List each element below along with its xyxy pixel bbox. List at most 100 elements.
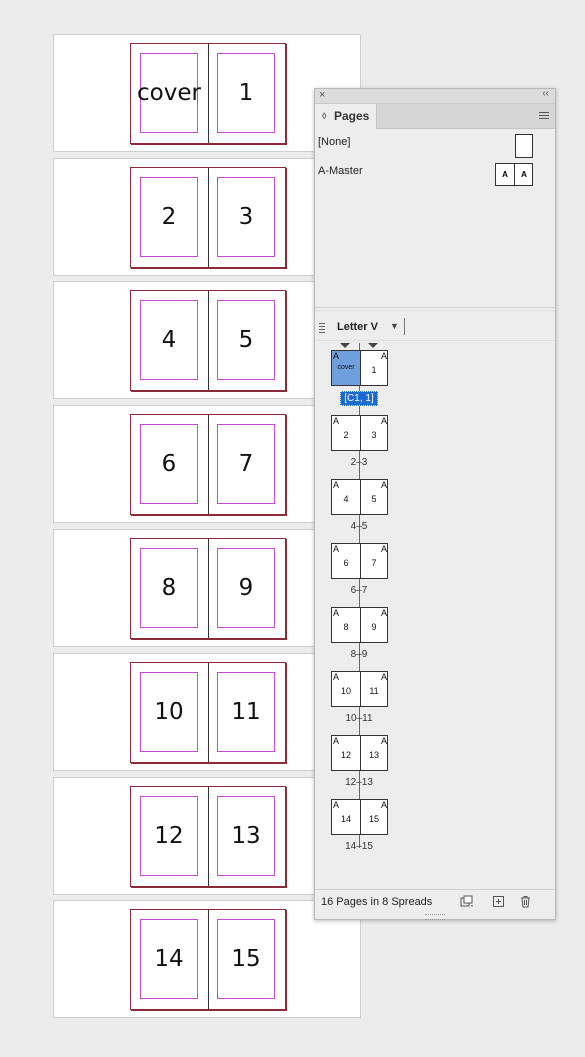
page-number: 10: [340, 686, 351, 696]
collapse-icon[interactable]: ‹‹: [542, 88, 549, 99]
master-a-label[interactable]: A-Master: [318, 165, 363, 177]
spread-frame: 10 11: [130, 662, 286, 763]
page-label: 15: [217, 919, 275, 999]
page-label: 8: [140, 548, 198, 628]
master-prefix: A: [333, 736, 340, 746]
page-number: 3: [371, 430, 377, 440]
tab-label: Pages: [334, 109, 370, 123]
page-label: 9: [217, 548, 275, 628]
page-thumbnail-10[interactable]: A 10: [332, 672, 361, 706]
page-thumbnail-3[interactable]: A 3: [360, 416, 388, 450]
page-number: 6: [343, 558, 349, 568]
page-thumbnail-13[interactable]: A 13: [360, 736, 388, 770]
page-number: 5: [371, 494, 377, 504]
page-number: 8: [343, 622, 349, 632]
spread-label: [C1, 1]: [315, 391, 403, 406]
resize-grip[interactable]: [425, 914, 445, 920]
page-thumbnail-9[interactable]: A 9: [360, 608, 388, 642]
page-number: 15: [368, 814, 379, 824]
page-thumbnail-7[interactable]: A 7: [360, 544, 388, 578]
spread-marker-icon: [340, 343, 350, 348]
divider: [315, 310, 555, 311]
spread-thumbnail-8-9[interactable]: A 8 A 9: [331, 607, 388, 643]
page-label: 1: [217, 53, 275, 133]
spread-label: 14–15: [345, 841, 373, 852]
trash-icon[interactable]: [519, 895, 532, 908]
spine-line: [208, 539, 209, 638]
page-number: 11: [369, 686, 379, 696]
page-number: 2: [343, 430, 349, 440]
new-page-icon[interactable]: [492, 895, 505, 908]
spread-thumbnail-cover-1[interactable]: A cover A 1: [331, 350, 388, 386]
master-none-label[interactable]: [None]: [318, 136, 350, 148]
spread-frame: 14 15: [130, 909, 286, 1010]
master-prefix: A: [380, 480, 387, 490]
page-thumbnail-12[interactable]: A 12: [332, 736, 361, 770]
page-thumbnail-5[interactable]: A 5: [360, 480, 388, 514]
panel-title-bar[interactable]: × ‹‹: [315, 88, 555, 104]
master-prefix: A: [380, 672, 387, 682]
master-prefix: A: [333, 672, 340, 682]
master-prefix: A: [380, 544, 387, 554]
page-size-icon[interactable]: [460, 895, 473, 908]
page-number: 1: [371, 365, 377, 375]
page-thumbnail-14[interactable]: A 14: [332, 800, 361, 834]
divider: [315, 307, 555, 308]
master-prefix: A: [380, 736, 387, 746]
page-label: 5: [217, 300, 275, 380]
page-number: 4: [343, 494, 349, 504]
page-label: cover: [137, 53, 201, 133]
spread-label: 12–13: [345, 777, 373, 788]
spread-frame: 2 3: [130, 167, 286, 268]
page-thumbnail-2[interactable]: A 2: [332, 416, 361, 450]
panel-footer: 16 Pages in 8 Spreads: [315, 889, 555, 914]
master-prefix: A: [333, 416, 340, 426]
page-label: 2: [140, 177, 198, 257]
spreads-list[interactable]: A cover A 1 [C1, 1] A 2 A 3 2–3 A 4 A 5 …: [315, 341, 555, 887]
page-thumbnail-4[interactable]: A 4: [332, 480, 361, 514]
page-thumbnail-11[interactable]: A 11: [360, 672, 388, 706]
grip-icon: [319, 323, 325, 335]
page-label: 4: [140, 300, 198, 380]
master-prefix: A: [333, 800, 340, 810]
master-none-thumbnail[interactable]: [515, 134, 533, 158]
spread-label: 4–5: [350, 521, 368, 532]
page-number: 9: [371, 622, 377, 632]
panel-menu-icon[interactable]: [539, 112, 549, 121]
page-number: 7: [371, 558, 377, 568]
spread-thumbnail-4-5[interactable]: A 4 A 5: [331, 479, 388, 515]
spread-frame: 6 7: [130, 414, 286, 515]
spread-label: 2–3: [350, 457, 368, 468]
spread-frame: 8 9: [130, 538, 286, 639]
spread-label-text: [C1, 1]: [340, 391, 378, 406]
tab-pages[interactable]: ◊ Pages: [315, 104, 377, 129]
spread-thumbnail-12-13[interactable]: A 12 A 13: [331, 735, 388, 771]
page-thumbnail-8[interactable]: A 8: [332, 608, 361, 642]
page-thumbnail-6[interactable]: A 6: [332, 544, 361, 578]
spine-line: [208, 44, 209, 143]
spread-frame: cover 1: [130, 43, 286, 144]
spread-thumbnail-6-7[interactable]: A 6 A 7: [331, 543, 388, 579]
page-thumbnail-15[interactable]: A 15: [360, 800, 388, 834]
master-page-prefix: A: [496, 164, 515, 185]
page-count-status: 16 Pages in 8 Spreads: [321, 896, 433, 908]
page-number: 13: [368, 750, 379, 760]
page-label: 10: [140, 672, 198, 752]
master-prefix: A: [380, 608, 387, 618]
spread-label: 10–11: [345, 713, 373, 724]
spread-thumbnail-10-11[interactable]: A 10 A 11: [331, 671, 388, 707]
page-size-label[interactable]: Letter V: [337, 321, 378, 333]
spread-frame: 12 13: [130, 786, 286, 887]
page-label: 3: [217, 177, 275, 257]
spine-line: [208, 787, 209, 886]
page-thumbnail-cover[interactable]: A cover: [332, 351, 361, 385]
spine-line: [208, 168, 209, 267]
spread-thumbnail-14-15[interactable]: A 14 A 15: [331, 799, 388, 835]
master-a-thumbnail[interactable]: A A: [495, 163, 533, 186]
close-icon[interactable]: ×: [319, 89, 325, 101]
tab-expand-icon[interactable]: ◊: [322, 104, 326, 128]
chevron-down-icon[interactable]: ▼: [390, 321, 399, 331]
spread-thumbnail-2-3[interactable]: A 2 A 3: [331, 415, 388, 451]
page-size-row: Letter V ▼: [315, 315, 555, 339]
page-thumbnail-1[interactable]: A 1: [360, 351, 388, 385]
